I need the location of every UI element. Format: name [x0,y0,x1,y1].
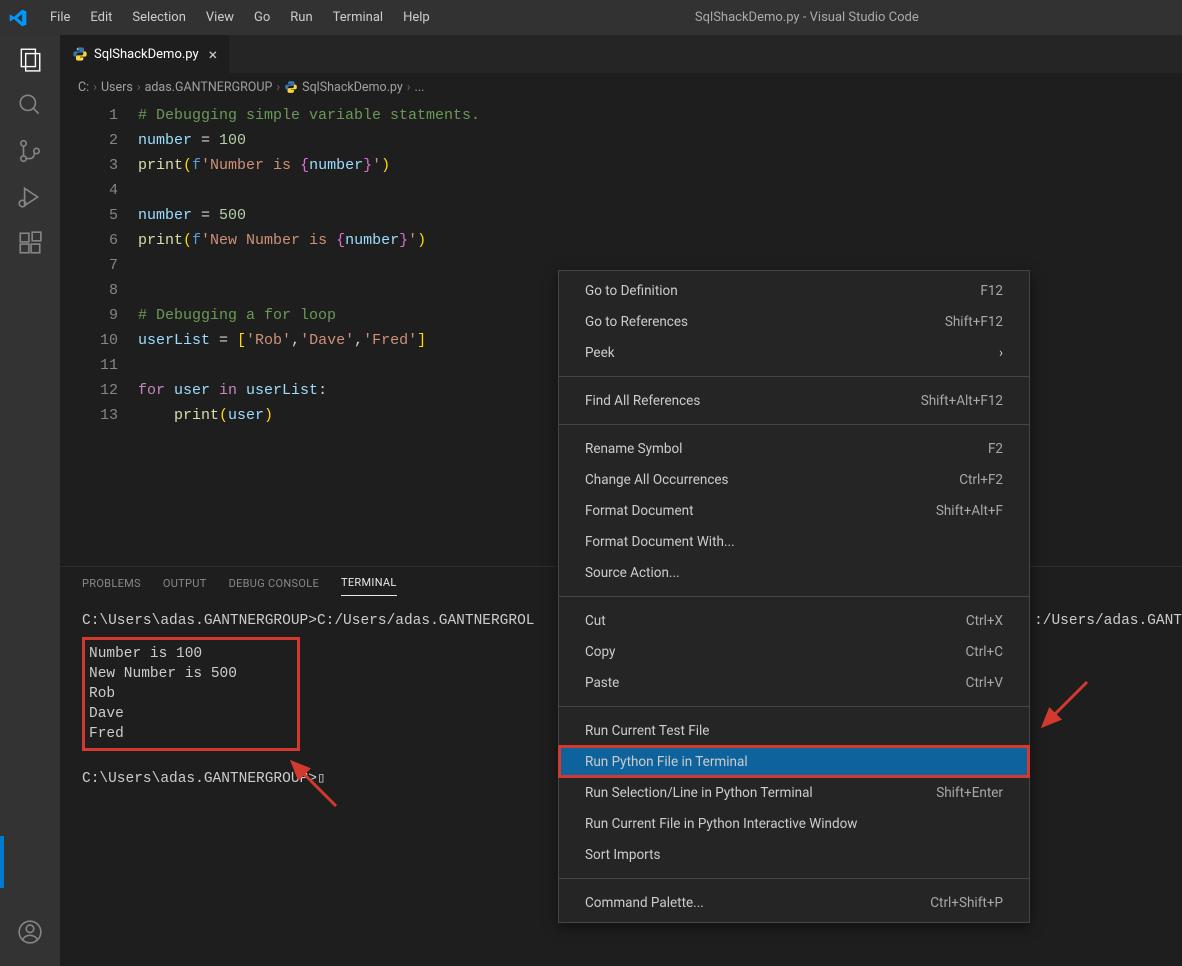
line-gutter: 12345678910111213 [60,103,138,566]
menu-goto-references[interactable]: Go to ReferencesShift+F12 [559,306,1029,337]
breadcrumb-part[interactable]: SqlShackDemo.py [302,80,403,95]
account-icon[interactable] [16,918,44,946]
breadcrumb-part[interactable]: C: [78,80,89,95]
terminal-prompt: C:\Users\adas.GANTNERGROUP> [82,771,317,787]
menu-edit[interactable]: Edit [80,6,122,29]
terminal-line: Fred [89,724,237,744]
menu-run-python-file-in-terminal[interactable]: Run Python File in Terminal [559,746,1029,777]
menu-view[interactable]: View [196,6,244,29]
title-bar: File Edit Selection View Go Run Terminal… [0,0,1182,35]
menu-copy[interactable]: CopyCtrl+C [559,636,1029,667]
tab-bar: SqlShackDemo.py × [60,35,1182,73]
menu-find-all-references[interactable]: Find All ReferencesShift+Alt+F12 [559,385,1029,416]
window-title: SqlShackDemo.py - Visual Studio Code [440,10,1174,25]
terminal-line: Rob [89,684,237,704]
menu-run-current-test-file[interactable]: Run Current Test File [559,715,1029,746]
menu-bar: File Edit Selection View Go Run Terminal… [40,6,440,29]
terminal-line: Dave [89,704,237,724]
close-icon[interactable]: × [209,45,218,64]
menu-rename-symbol[interactable]: Rename SymbolF2 [559,433,1029,464]
terminal-output-highlight: Number is 100 New Number is 500 Rob Dave… [82,637,300,751]
breadcrumb-part[interactable]: adas.GANTNERGROUP [145,80,273,95]
menu-command-palette[interactable]: Command Palette...Ctrl+Shift+P [559,887,1029,918]
python-icon [72,46,88,62]
activity-bar [0,35,60,966]
menu-paste[interactable]: PasteCtrl+V [559,667,1029,698]
terminal-cursor: ▯ [317,771,326,787]
menu-go[interactable]: Go [244,6,280,29]
terminal-line: New Number is 500 [89,664,237,684]
chevron-right-icon: › [999,345,1003,361]
search-icon[interactable] [16,91,44,119]
breadcrumb-part[interactable]: Users [101,80,133,95]
menu-cut[interactable]: CutCtrl+X [559,605,1029,636]
tab-sqlshackdemo[interactable]: SqlShackDemo.py × [60,35,230,73]
tab-label: SqlShackDemo.py [94,47,199,62]
explorer-icon[interactable] [16,45,44,73]
source-control-icon[interactable] [16,137,44,165]
tab-terminal[interactable]: TERMINAL [341,576,397,596]
menu-help[interactable]: Help [393,6,440,29]
menu-sort-imports[interactable]: Sort Imports [559,839,1029,870]
menu-file[interactable]: File [40,6,80,29]
tab-output[interactable]: OUTPUT [163,577,207,596]
breadcrumb-part[interactable]: ... [415,80,425,95]
menu-source-action[interactable]: Source Action... [559,557,1029,588]
terminal-text: C:/Users/adas.GANTNERGROL [317,613,535,629]
menu-terminal[interactable]: Terminal [323,6,393,29]
breadcrumb[interactable]: C:› Users› adas.GANTNERGROUP› SqlShackDe… [60,73,1182,101]
python-icon [284,80,298,94]
menu-change-all-occurrences[interactable]: Change All OccurrencesCtrl+F2 [559,464,1029,495]
menu-format-document[interactable]: Format DocumentShift+Alt+F [559,495,1029,526]
terminal-text: :/Users/adas.GANT [1034,611,1182,631]
menu-peek[interactable]: Peek› [559,337,1029,368]
vscode-icon [8,8,28,28]
menu-run-interactive-window[interactable]: Run Current File in Python Interactive W… [559,808,1029,839]
terminal-line: Number is 100 [89,644,237,664]
activity-indicator [0,836,4,888]
tab-problems[interactable]: PROBLEMS [82,577,141,596]
debug-icon[interactable] [16,183,44,211]
menu-run[interactable]: Run [280,6,322,29]
terminal-prompt: C:\Users\adas.GANTNERGROUP> [82,613,317,629]
extensions-icon[interactable] [16,229,44,257]
context-menu: Go to DefinitionF12 Go to ReferencesShif… [558,270,1030,923]
menu-selection[interactable]: Selection [122,6,195,29]
menu-goto-definition[interactable]: Go to DefinitionF12 [559,275,1029,306]
menu-format-document-with[interactable]: Format Document With... [559,526,1029,557]
menu-run-selection-in-terminal[interactable]: Run Selection/Line in Python TerminalShi… [559,777,1029,808]
tab-debug-console[interactable]: DEBUG CONSOLE [229,577,319,596]
